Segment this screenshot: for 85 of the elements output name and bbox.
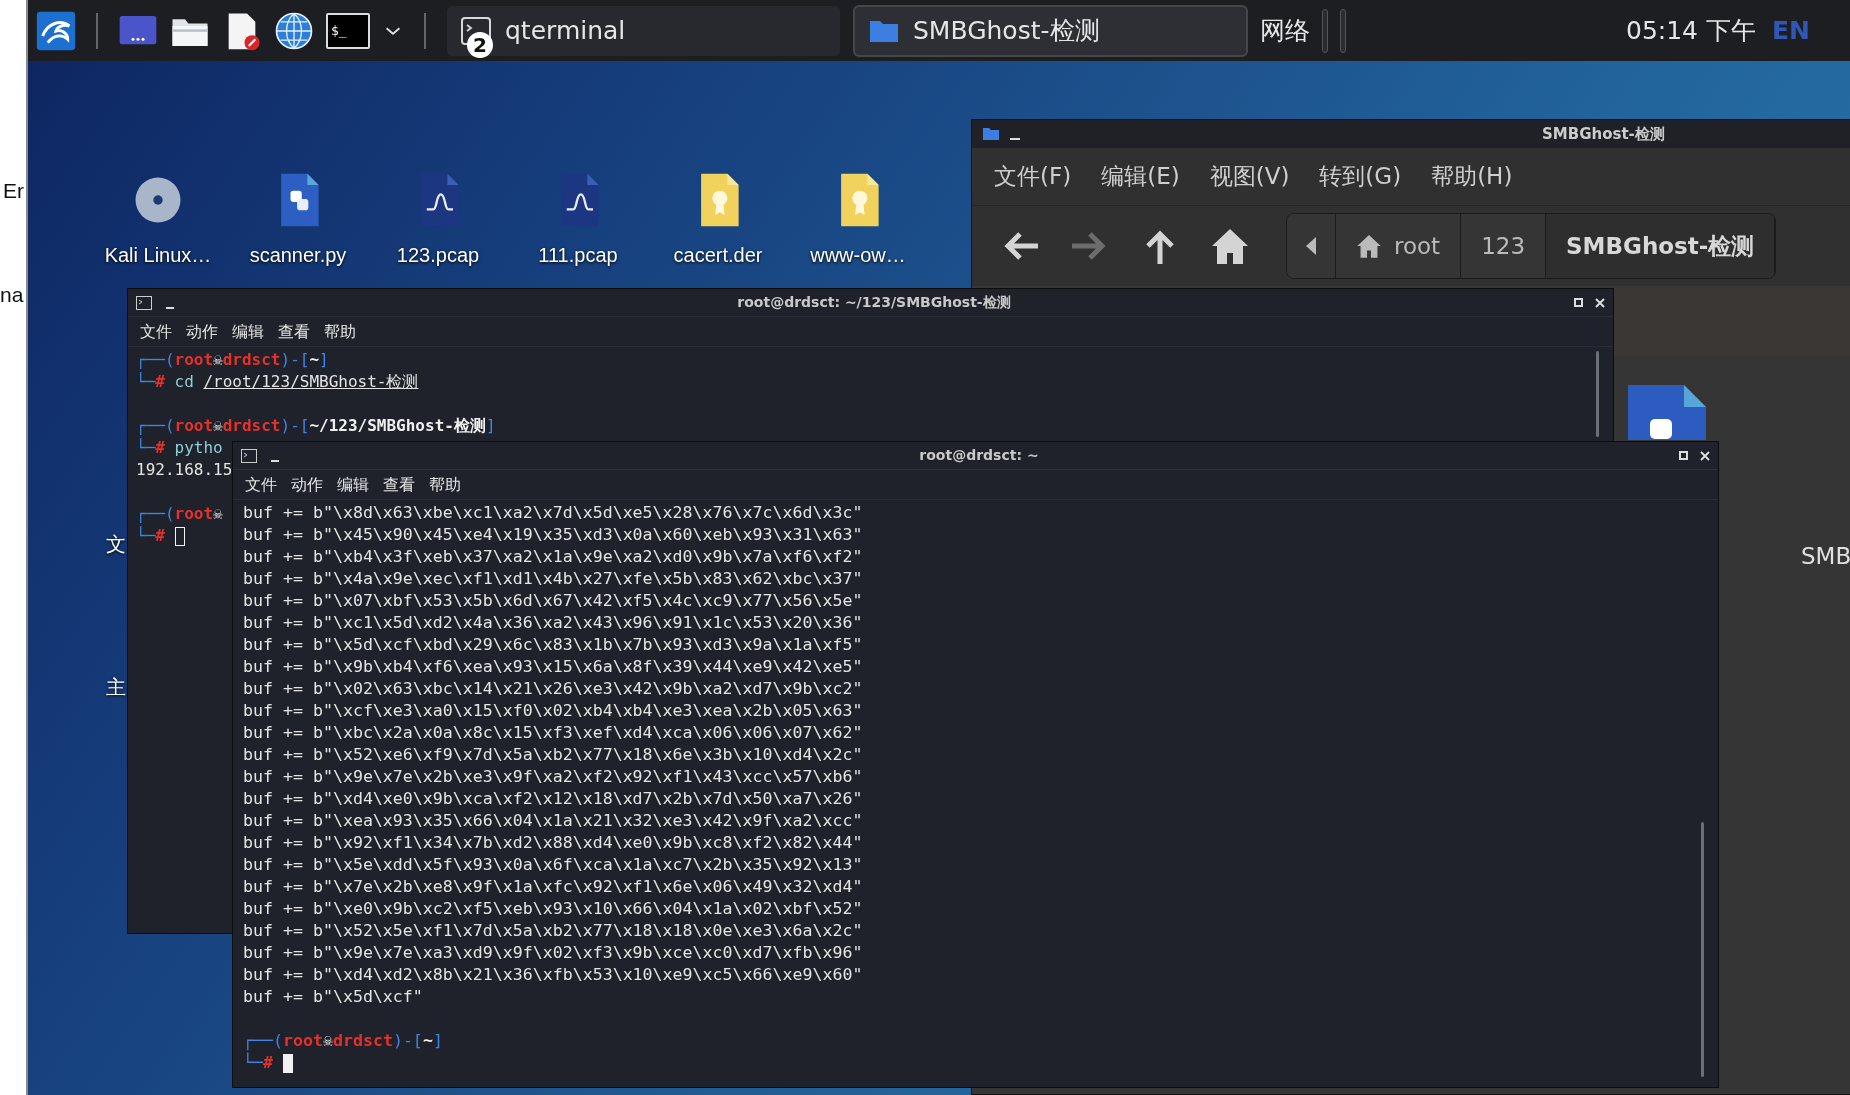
- terminal-line: buf += b"\x52\xe6\xf9\x7d\x5a\xb2\x77\x18\x6e\x3b\x10\xd4\x2c": [243, 744, 863, 766]
- clock: 05:14 下午: [1626, 14, 1756, 47]
- terminal-line: 192.168.15: [136, 459, 233, 481]
- menu-item[interactable]: 文件: [140, 319, 172, 344]
- menu-item[interactable]: 编辑(E): [1101, 159, 1180, 194]
- terminal-icon: [241, 448, 257, 463]
- terminal-line: buf += b"\x45\x90\x45\xe4\x19\x35\xd3\x0a\x60\xeb\x93\x31\x63": [243, 524, 863, 546]
- file-name[interactable]: Kali Linux…: [104, 240, 212, 270]
- terminal-line: ┌──(root☠drdsct)-[~]: [243, 1030, 443, 1052]
- menu-item[interactable]: 转到(G): [1319, 159, 1402, 194]
- minimize-button[interactable]: [271, 459, 279, 462]
- terminal-line: buf += b"\x52\x5e\xf1\x7d\x5a\xb2\x77\x18\x18\x0e\xe3\x6a\x2c": [243, 920, 863, 942]
- menu-item[interactable]: 编辑: [232, 319, 264, 344]
- count-badge: 2: [467, 31, 493, 58]
- menu-item[interactable]: 查看: [383, 472, 415, 497]
- terminal-line: buf += b"\x07\xbf\x53\x5b\x6d\x67\x42\xf5\x4c\xc9\x77\x56\x5e": [243, 590, 863, 612]
- menu-item[interactable]: 帮助(H): [1431, 159, 1513, 194]
- terminal-line: buf += b"\xbc\x2a\x0a\x8c\x15\xf3\xef\xd4\xca\x06\x06\x07\x62": [243, 722, 863, 744]
- menu-item[interactable]: 动作: [291, 472, 323, 497]
- terminal-icon: [136, 295, 152, 310]
- terminal-line: buf += b"\x02\x63\xbc\x14\x21\x26\xe3\x42\x9b\xa2\xd7\x9b\xc2": [243, 678, 863, 700]
- terminal-line: buf += b"\x8d\x63\xbe\xc1\xa2\x7d\x5d\xe5\x28\x76\x7c\x6d\x3c": [243, 502, 863, 524]
- task-button[interactable]: SMBGhost-检测: [853, 4, 1248, 57]
- file-name[interactable]: cacert.der: [673, 240, 763, 270]
- file-name[interactable]: 主: [106, 672, 126, 702]
- maximize-icon[interactable]: [1679, 451, 1688, 460]
- scrollbar[interactable]: [1701, 822, 1704, 1077]
- close-icon[interactable]: [1700, 450, 1710, 461]
- terminal-line: buf += b"\xb4\x3f\xeb\x37\xa2\x1a\x9e\xa2\xd0\x9b\x7a\xf6\xf2": [243, 546, 863, 568]
- terminal-line: buf += b"\xea\x93\x35\x66\x04\x1a\x21\x32\xe3\x42\x9f\xa2\xcc": [243, 810, 863, 832]
- folder-icon: [982, 127, 1000, 141]
- home-icon: [1356, 233, 1382, 259]
- terminal-line: buf += b"\x7e\x2b\xe8\x9f\x1a\xfc\x92\xf1\x6e\x06\x49\x32\xd4": [243, 876, 863, 898]
- window-title: root@drdsct: ~: [918, 446, 1040, 465]
- terminal-line: buf += b"\xc1\x5d\xd2\x4a\x36\xa2\x43\x96\x91\x1c\x53\x20\x36": [243, 612, 863, 634]
- terminal-line: ┌──(root☠drdsct)-[~]: [136, 349, 329, 371]
- file-name[interactable]: www-ow…: [810, 240, 906, 270]
- terminal-line: buf += b"\x9e\x7e\xa3\xd9\x9f\x02\xf3\x9b\xce\xc0\xd7\xfb\x96": [243, 942, 863, 964]
- terminal-line: buf += b"\xcf\xe3\xa0\x15\xf0\x02\xb4\xb4\xe3\xea\x2b\x05\x63": [243, 700, 863, 722]
- terminal-line: └─# pytho: [136, 437, 223, 459]
- menu-item[interactable]: 编辑: [337, 472, 369, 497]
- terminal-line: buf += b"\x4a\x9e\xec\xf1\xd1\x4b\x27\xfe\x5b\x83\x62\xbc\x37": [243, 568, 863, 590]
- menu-item[interactable]: 视图(V): [1209, 159, 1290, 194]
- window-title: SMBGhost-检测: [1542, 123, 1665, 145]
- home-icon[interactable]: [1210, 226, 1250, 266]
- prompt-text: └─#: [136, 525, 165, 547]
- menu-item[interactable]: 动作: [186, 319, 218, 344]
- scrollbar[interactable]: [1596, 351, 1599, 437]
- terminal-line: ┌──(root☠: [136, 503, 223, 525]
- terminal-line: ┌──(root☠drdsct)-[~/123/SMBGhost-检测]: [136, 415, 496, 437]
- caret-left-icon: [1305, 236, 1317, 256]
- file-name[interactable]: 123.pcap: [396, 240, 480, 270]
- app-menu-icon[interactable]: [36, 10, 76, 51]
- file-name[interactable]: SMB: [1801, 539, 1850, 574]
- menu-item[interactable]: 文件: [245, 472, 277, 497]
- file-name[interactable]: 111.pcap: [538, 240, 618, 270]
- maximize-icon[interactable]: [1574, 298, 1583, 307]
- terminal-line: buf += b"\xd4\xe0\x9b\xca\xf2\x12\x18\xd7\x2b\x7d\x50\xa7\x26": [243, 788, 863, 810]
- window-title: root@drdsct: ~/123/SMBGhost-检测: [736, 293, 1012, 312]
- terminal-launcher[interactable]: $_: [326, 12, 370, 49]
- menu-item[interactable]: 查看: [278, 319, 310, 344]
- terminal-line: buf += b"\x9b\xb4\xf6\xea\x93\x15\x6a\x8f\x39\x44\xe9\x42\xe5": [243, 656, 863, 678]
- task-button[interactable]: 2 qterminal: [446, 4, 841, 57]
- terminal-line: buf += b"\xd4\xd2\x8b\x21\x36\xfb\x53\x10\xe9\xc5\x66\xe9\x60": [243, 964, 863, 986]
- file-name[interactable]: 文: [106, 529, 126, 559]
- globe-icon[interactable]: [274, 10, 314, 51]
- network-label: 网络: [1260, 14, 1310, 47]
- terminal-line: buf += b"\x92\xf1\x34\x7b\xd2\x88\xd4\xe0\x9b\xc8\xf2\x82\x44": [243, 832, 863, 854]
- menu-item[interactable]: 帮助: [429, 472, 461, 497]
- close-icon[interactable]: [1595, 297, 1605, 308]
- terminal-line: buf += b"\x5d\xcf": [243, 986, 423, 1008]
- minimize-button[interactable]: [166, 306, 174, 309]
- scroll-button[interactable]: [1287, 214, 1336, 278]
- terminal-line: buf += b"\x5d\xcf\xbd\x29\x6c\x83\x1b\x7b\x93\xd3\x9a\x1a\xf5": [243, 634, 863, 656]
- prompt-text: └─#: [243, 1052, 273, 1074]
- menu-item[interactable]: 帮助: [324, 319, 356, 344]
- file-name[interactable]: scanner.py: [249, 240, 347, 270]
- menu-item[interactable]: 文件(F): [994, 159, 1072, 194]
- terminal-line: buf += b"\xe0\x9b\xc2\xf5\xeb\x93\x10\x66\x04\x1a\x02\xbf\x52": [243, 898, 863, 920]
- terminal-line: buf += b"\x9e\x7e\x2b\xe3\x9f\xa2\xf2\x92\xf1\x43\xcc\x57\xb6": [243, 766, 863, 788]
- path-segment[interactable]: SMBGhost-检测: [1546, 214, 1776, 278]
- terminal-line: buf += b"\x5e\xdd\x5f\x93\x0a\x6f\xca\x1a\xc7\x2b\x35\x92\x13": [243, 854, 863, 876]
- terminal-line: └─# cd /root/123/SMBGhost-检测: [136, 371, 419, 393]
- window-text: na: [0, 282, 24, 308]
- window-text: Er: [3, 178, 24, 204]
